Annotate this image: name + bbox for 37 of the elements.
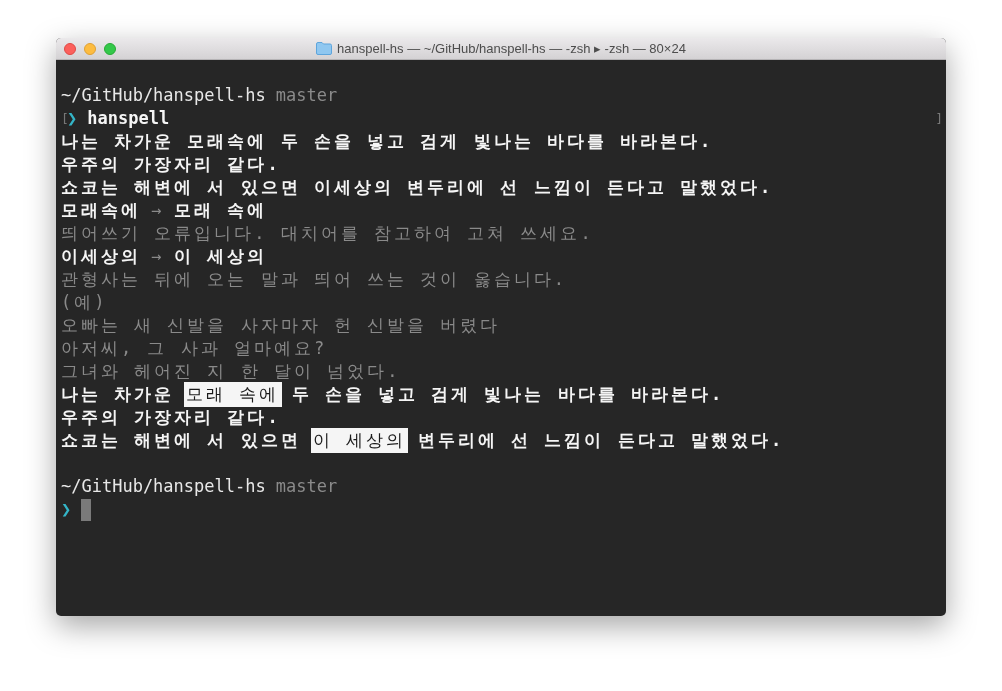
hint-text: 그녀와 헤어진 지 한 달이 넘었다. (61, 359, 401, 383)
prompt-symbol: ❯ (61, 497, 72, 521)
branch-name: master (275, 83, 338, 107)
hint-text: 아저씨, 그 사과 얼마예요? (61, 336, 328, 360)
branch-name: master (275, 474, 338, 498)
hint-text: → (151, 198, 165, 222)
path-text: ~/GitHub/hanspell-hs (61, 474, 266, 498)
output-text: 나는 차가운 모래속에 두 손을 넣고 검게 빛나는 바다를 바라본다. (61, 129, 714, 153)
corrected-text: 모래 속에 (184, 381, 282, 408)
output-text: 우주의 가장자리 같다. (61, 152, 281, 176)
output-text: 이 세상의 (174, 244, 268, 268)
command-text: hanspell (87, 106, 170, 130)
output-text: 변두리에 선 느낌이 든다고 말했었다. (417, 428, 785, 452)
output-text: 쇼코는 해변에 서 있으면 이세상의 변두리에 선 느낌이 든다고 말했었다. (61, 175, 774, 199)
line-mark: ] (935, 109, 943, 128)
output-text: 우주의 가장자리 같다. (61, 405, 281, 429)
output-text: 나는 차가운 (61, 382, 175, 406)
output-text: 모래속에 (61, 198, 141, 222)
close-button[interactable] (64, 42, 76, 55)
hint-text: 관형사는 뒤에 오는 말과 띄어 쓰는 것이 옳습니다. (61, 267, 567, 291)
line-mark: [ (61, 109, 67, 128)
folder-icon (316, 42, 333, 55)
prompt-symbol: ❯ (67, 106, 78, 130)
hint-text: → (151, 244, 165, 268)
output-text: 이세상의 (61, 244, 141, 268)
corrected-text: 이 세상의 (310, 427, 408, 454)
hint-text: 오빠는 새 신발을 사자마자 헌 신발을 버렸다 (61, 313, 501, 337)
output-text: 두 손을 넣고 검게 빛나는 바다를 바라본다. (291, 382, 725, 406)
minimize-button[interactable] (84, 42, 96, 55)
window-title: hanspell-hs — ~/GitHub/hanspell-hs — -zsh ▸ -zsh — 80×24 (337, 39, 686, 58)
output-text: 모래 속에 (174, 198, 268, 222)
path-text: ~/GitHub/hanspell-hs (61, 83, 266, 107)
hint-text: 띄어쓰기 오류입니다. 대치어를 참고하여 고쳐 쓰세요. (61, 221, 594, 245)
cursor (81, 498, 92, 521)
hint-text: (예) (61, 290, 108, 314)
output-text: 쇼코는 해변에 서 있으면 (61, 428, 301, 452)
zoom-button[interactable] (104, 42, 116, 55)
